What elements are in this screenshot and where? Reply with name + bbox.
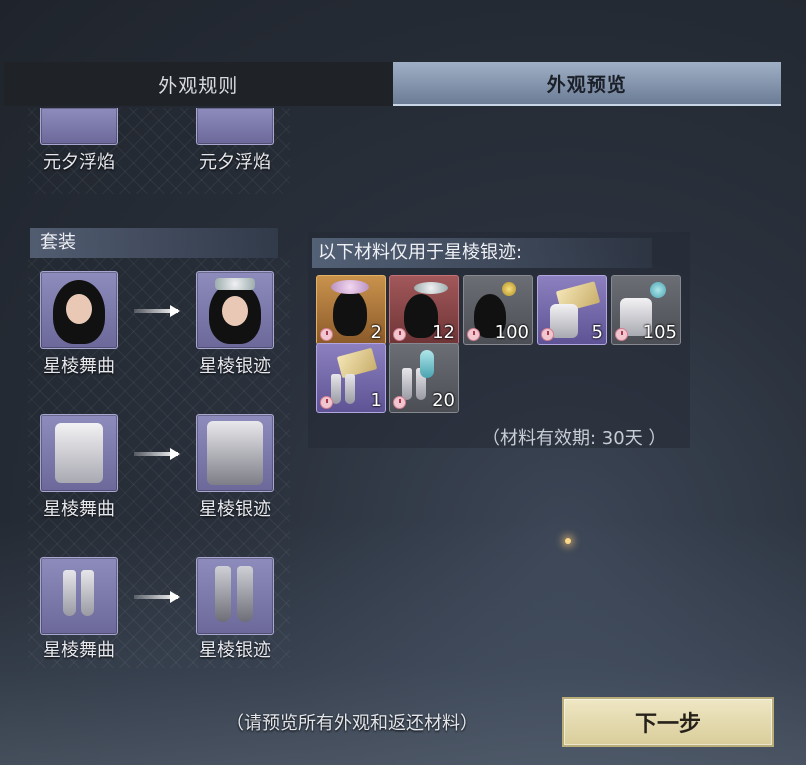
material-validity-note: （材料有效期: 30天 ） <box>482 428 667 449</box>
timer-icon <box>320 328 333 341</box>
material-count-7: 20 <box>432 390 455 411</box>
tab-appearance-preview[interactable]: 外观预览 <box>392 62 781 106</box>
material-count-1: 2 <box>370 322 382 343</box>
material-count-6: 1 <box>370 390 382 411</box>
material-slot-5[interactable]: 105 <box>611 275 681 345</box>
set-to-slot-2[interactable] <box>196 414 274 492</box>
timer-icon <box>320 396 333 409</box>
set-from-label-2: 星棱舞曲 <box>43 499 115 520</box>
set-to-label-2: 星棱银迹 <box>199 499 271 520</box>
arrow-right-icon <box>134 305 180 317</box>
preview-hint: （请预览所有外观和返还材料） <box>226 713 478 734</box>
material-count-5: 105 <box>642 322 677 343</box>
material-slot-7[interactable]: 20 <box>389 343 459 413</box>
timer-icon <box>393 396 406 409</box>
set-from-slot-2[interactable] <box>40 414 118 492</box>
item-label-yuanxi-2: 元夕浮焰 <box>199 152 271 173</box>
material-count-2: 12 <box>432 322 455 343</box>
set-from-slot-1[interactable] <box>40 271 118 349</box>
set-to-label-3: 星棱银迹 <box>199 640 271 661</box>
robe-icon <box>55 423 103 483</box>
arrow-right-icon <box>134 448 180 460</box>
set-from-slot-3[interactable] <box>40 557 118 635</box>
materials-header: 以下材料仅用于星棱银迹: <box>312 238 652 268</box>
material-count-3: 100 <box>494 322 529 343</box>
next-step-button[interactable]: 下一步 <box>562 697 774 747</box>
item-label-yuanxi-1: 元夕浮焰 <box>43 152 115 173</box>
material-slot-1[interactable]: 2 <box>316 275 386 345</box>
set-to-slot-3[interactable] <box>196 557 274 635</box>
material-slot-2[interactable]: 12 <box>389 275 459 345</box>
set-from-label-3: 星棱舞曲 <box>43 640 115 661</box>
material-slot-3[interactable]: 100 <box>463 275 533 345</box>
set-from-label-1: 星棱舞曲 <box>43 356 115 377</box>
tab-appearance-rules[interactable]: 外观规则 <box>4 62 393 106</box>
item-slot-yuanxi-2[interactable] <box>196 108 274 145</box>
set-to-label-1: 星棱银迹 <box>199 356 271 377</box>
spark-particle <box>565 538 571 544</box>
material-count-4: 5 <box>591 322 603 343</box>
arrow-right-icon <box>134 591 180 603</box>
armor-robe-icon <box>207 421 263 485</box>
material-slot-6[interactable]: 1 <box>316 343 386 413</box>
timer-icon <box>393 328 406 341</box>
timer-icon <box>541 328 554 341</box>
timer-icon <box>467 328 480 341</box>
material-slot-4[interactable]: 5 <box>537 275 607 345</box>
set-section-header: 套装 <box>30 228 278 258</box>
tab-bar: 外观规则 外观预览 <box>4 62 781 106</box>
set-to-slot-1[interactable] <box>196 271 274 349</box>
timer-icon <box>615 328 628 341</box>
item-slot-yuanxi-1[interactable] <box>40 108 118 145</box>
